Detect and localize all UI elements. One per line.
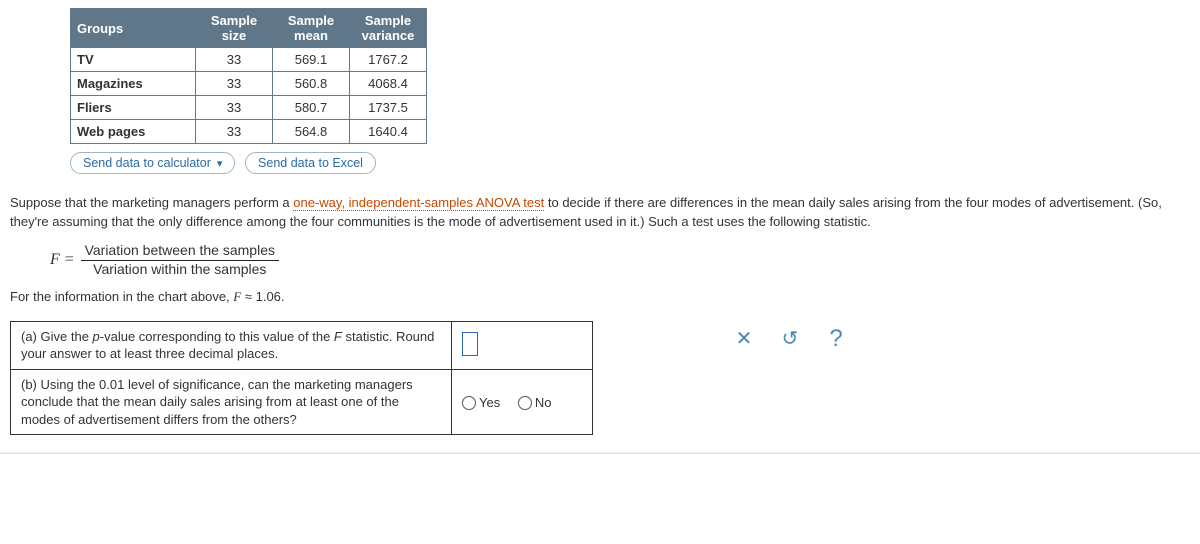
question-a-field-cell [452,321,593,369]
fline-pre: For the information in the chart above, [10,289,233,304]
table-row: Magazines 33 560.8 4068.4 [71,72,427,96]
table-row: TV 33 569.1 1767.2 [71,48,427,72]
cell-size: 33 [196,72,273,96]
row-label: Fliers [71,96,196,120]
cell-variance: 4068.4 [350,72,427,96]
question-b-prompt: (b) Using the 0.01 level of significance… [11,369,452,435]
formula-lhs: F = [50,251,75,269]
radio-yes-label: Yes [479,395,500,410]
f-formula: F = Variation between the samples Variat… [50,242,1190,279]
cell-size: 33 [196,120,273,144]
send-to-excel-button[interactable]: Send data to Excel [245,152,376,174]
cell-mean: 580.7 [273,96,350,120]
anova-link[interactable]: one-way, independent-samples ANOVA test [293,195,544,211]
clear-icon[interactable]: ✕ [733,326,755,351]
radio-yes[interactable] [462,396,476,410]
cell-mean: 560.8 [273,72,350,96]
paragraph-pre: Suppose that the marketing managers perf… [10,195,293,210]
header-mean: Sample mean [273,9,350,48]
cell-variance: 1640.4 [350,120,427,144]
radio-no-label: No [535,395,552,410]
send-to-calculator-button[interactable]: Send data to calculator ▾ [70,152,235,174]
radio-no[interactable] [518,396,532,410]
row-label: Magazines [71,72,196,96]
qa-a-label: (a) [21,329,37,344]
problem-paragraph: Suppose that the marketing managers perf… [10,194,1190,232]
header-size: Sample size [196,9,273,48]
table-row: Web pages 33 564.8 1640.4 [71,120,427,144]
send-to-excel-label: Send data to Excel [258,156,363,170]
row-label: Web pages [71,120,196,144]
chevron-down-icon: ▾ [217,157,223,170]
cell-mean: 569.1 [273,48,350,72]
header-variance: Sample variance [350,9,427,48]
f-value-line: For the information in the chart above, … [10,289,1190,305]
reset-icon[interactable]: ↺ [779,326,801,351]
cell-mean: 564.8 [273,120,350,144]
question-a-prompt: (a) Give the p-value corresponding to th… [11,321,452,369]
answer-toolbar: ✕ ↺ ? [733,321,847,353]
fline-approx: ≈ 1.06. [241,289,284,304]
formula-denominator: Variation within the samples [89,261,270,279]
send-to-calculator-label: Send data to calculator [83,156,211,170]
cell-size: 33 [196,96,273,120]
formula-numerator: Variation between the samples [81,242,279,260]
cell-size: 33 [196,48,273,72]
anova-data-table: Groups Sample size Sample mean Sample va… [70,8,427,144]
qa-b-label: (b) [21,377,37,392]
row-label: TV [71,48,196,72]
p-value-input[interactable] [462,332,478,356]
help-icon[interactable]: ? [825,325,847,353]
header-groups: Groups [71,9,196,48]
cell-variance: 1737.5 [350,96,427,120]
table-row: Fliers 33 580.7 1737.5 [71,96,427,120]
question-b-field-cell: Yes No [452,369,593,435]
answers-table: (a) Give the p-value corresponding to th… [10,321,593,436]
cell-variance: 1767.2 [350,48,427,72]
